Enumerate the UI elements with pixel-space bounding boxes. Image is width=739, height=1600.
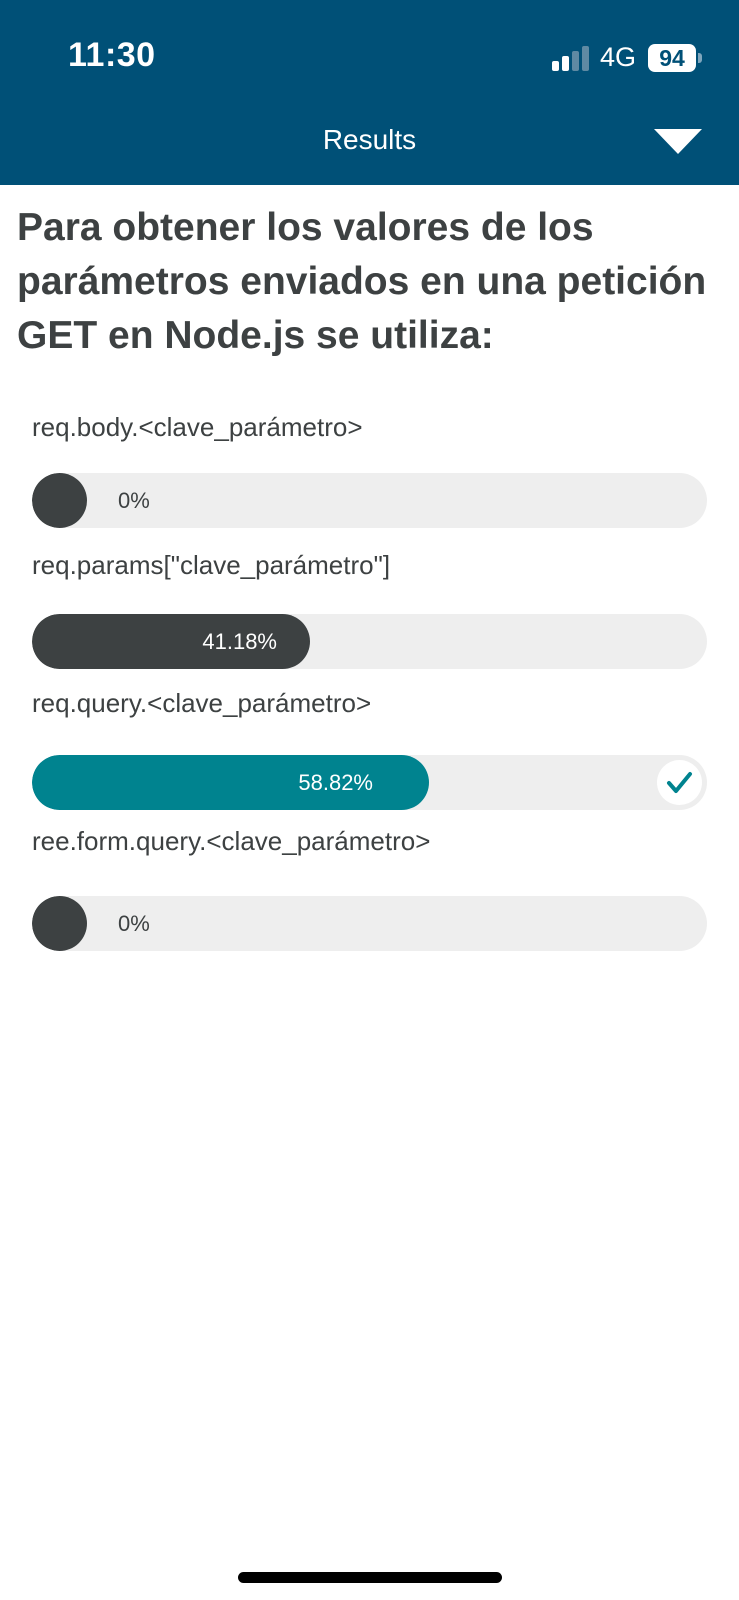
checkmark-icon xyxy=(657,760,702,805)
option-label: req.body.<clave_parámetro> xyxy=(32,412,363,442)
network-type: 4G xyxy=(600,42,637,72)
result-percent: 58.82% xyxy=(298,770,373,795)
battery-level: 94 xyxy=(659,45,685,71)
battery-icon: 94 xyxy=(648,44,696,72)
result-percent: 41.18% xyxy=(202,629,277,654)
app-header: 11:30 4G 94 Results xyxy=(0,0,739,185)
result-bar-fill xyxy=(32,896,87,951)
result-bar: 0% xyxy=(32,896,707,951)
option-label: ree.form.query.<clave_parámetro> xyxy=(32,826,431,856)
question-text: Para obtener los valores de los parámetr… xyxy=(17,206,707,357)
result-percent: 0% xyxy=(118,488,150,513)
result-percent: 0% xyxy=(118,911,150,936)
result-bar: 0% xyxy=(32,473,707,528)
home-indicator[interactable] xyxy=(238,1572,502,1583)
status-time: 11:30 xyxy=(68,36,156,74)
result-bar: 41.18% xyxy=(32,614,707,669)
cellular-signal-icon xyxy=(552,45,592,71)
option-label: req.params["clave_parámetro"] xyxy=(32,550,391,580)
battery-nub xyxy=(698,53,702,63)
page-title: Results xyxy=(322,124,417,155)
chevron-down-icon[interactable] xyxy=(652,126,704,160)
option-label: req.query.<clave_parámetro> xyxy=(32,688,372,718)
result-bar: 58.82% xyxy=(32,755,707,810)
result-bar-fill xyxy=(32,473,87,528)
